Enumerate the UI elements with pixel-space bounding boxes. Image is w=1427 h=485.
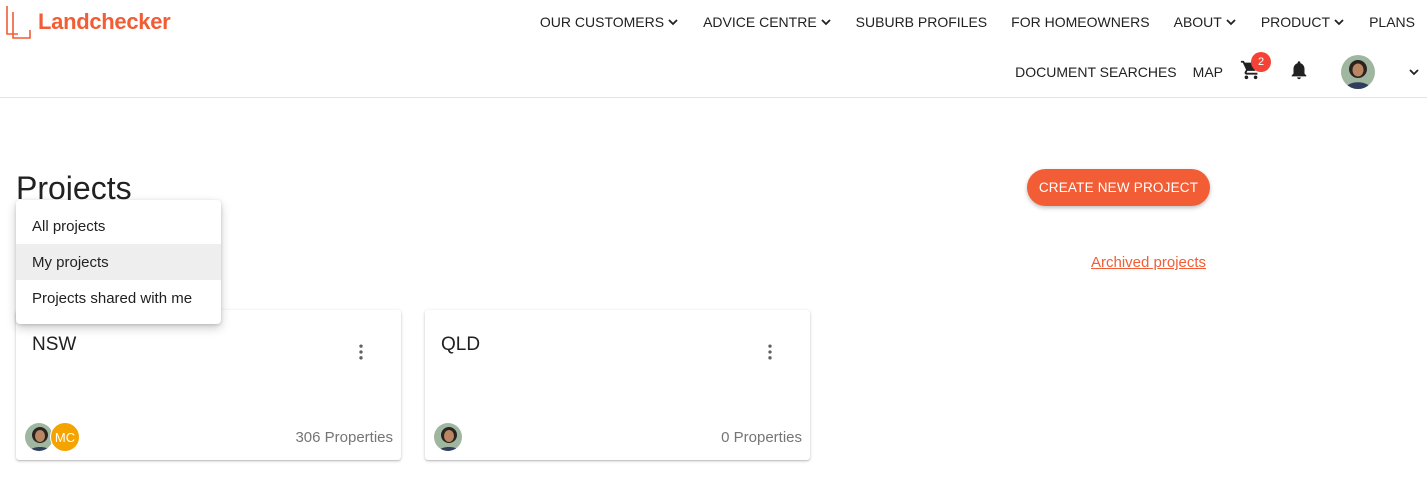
more-vert-icon[interactable] bbox=[349, 340, 373, 364]
nav-advice-centre[interactable]: ADVICE CENTRE bbox=[703, 14, 832, 30]
nav-label: PLANS bbox=[1369, 14, 1415, 30]
project-card[interactable]: NSW MC 306 Properties bbox=[16, 310, 401, 460]
more-vert-icon[interactable] bbox=[758, 340, 782, 364]
menu-item-all-projects[interactable]: All projects bbox=[16, 208, 221, 244]
menu-item-my-projects[interactable]: My projects bbox=[16, 244, 221, 280]
nav-plans[interactable]: PLANS bbox=[1369, 14, 1415, 30]
chevron-down-icon bbox=[667, 16, 679, 28]
cart-button[interactable]: 2 bbox=[1239, 52, 1271, 84]
member-avatars bbox=[433, 422, 463, 452]
chevron-down-icon bbox=[820, 16, 832, 28]
archived-projects-link[interactable]: Archived projects bbox=[1091, 254, 1206, 271]
top-header: Landchecker OUR CUSTOMERS ADVICE CENTRE … bbox=[0, 0, 1427, 98]
chevron-down-icon bbox=[1225, 16, 1237, 28]
nav-for-homeowners[interactable]: FOR HOMEOWNERS bbox=[1011, 14, 1149, 30]
chevron-down-icon[interactable] bbox=[1405, 63, 1423, 81]
property-count: 0 Properties bbox=[721, 429, 802, 446]
nav-label: ABOUT bbox=[1173, 14, 1222, 30]
nav-label: ADVICE CENTRE bbox=[703, 14, 817, 30]
project-name: QLD bbox=[441, 334, 481, 355]
avatar-initials: MC bbox=[50, 422, 80, 452]
user-avatar[interactable] bbox=[1341, 55, 1375, 89]
project-filter-menu: All projects My projects Projects shared… bbox=[16, 200, 221, 324]
bell-icon bbox=[1288, 59, 1310, 86]
nav-our-customers[interactable]: OUR CUSTOMERS bbox=[540, 14, 679, 30]
property-count: 306 Properties bbox=[295, 429, 393, 446]
nav-label: FOR HOMEOWNERS bbox=[1011, 14, 1150, 30]
menu-item-shared-projects[interactable]: Projects shared with me bbox=[16, 280, 221, 316]
project-name: NSW bbox=[32, 334, 77, 355]
primary-nav: OUR CUSTOMERS ADVICE CENTRE SUBURB PROFI… bbox=[540, 10, 1427, 34]
nav-suburb-profiles[interactable]: SUBURB PROFILES bbox=[856, 14, 987, 30]
create-new-project-button[interactable]: CREATE NEW PROJECT bbox=[1027, 169, 1210, 206]
secondary-nav: DOCUMENT SEARCHES MAP 2 bbox=[1015, 52, 1427, 89]
logo-icon bbox=[4, 4, 32, 40]
nav-about[interactable]: ABOUT bbox=[1174, 14, 1237, 30]
nav-label: SUBURB PROFILES bbox=[855, 14, 988, 30]
nav-document-searches[interactable]: DOCUMENT SEARCHES bbox=[1015, 64, 1177, 80]
nav-map[interactable]: MAP bbox=[1193, 64, 1223, 80]
brand-name: Landchecker bbox=[38, 9, 171, 34]
project-card[interactable]: QLD 0 Properties bbox=[425, 310, 810, 460]
cart-count-badge: 2 bbox=[1251, 52, 1271, 72]
chevron-down-icon bbox=[1333, 16, 1345, 28]
member-avatars: MC bbox=[24, 422, 80, 452]
nav-label: OUR CUSTOMERS bbox=[539, 14, 665, 30]
nav-product[interactable]: PRODUCT bbox=[1261, 14, 1345, 30]
avatar bbox=[433, 422, 463, 452]
brand-logo[interactable]: Landchecker bbox=[4, 4, 171, 40]
notifications-button[interactable] bbox=[1287, 60, 1311, 84]
nav-label: PRODUCT bbox=[1260, 14, 1331, 30]
